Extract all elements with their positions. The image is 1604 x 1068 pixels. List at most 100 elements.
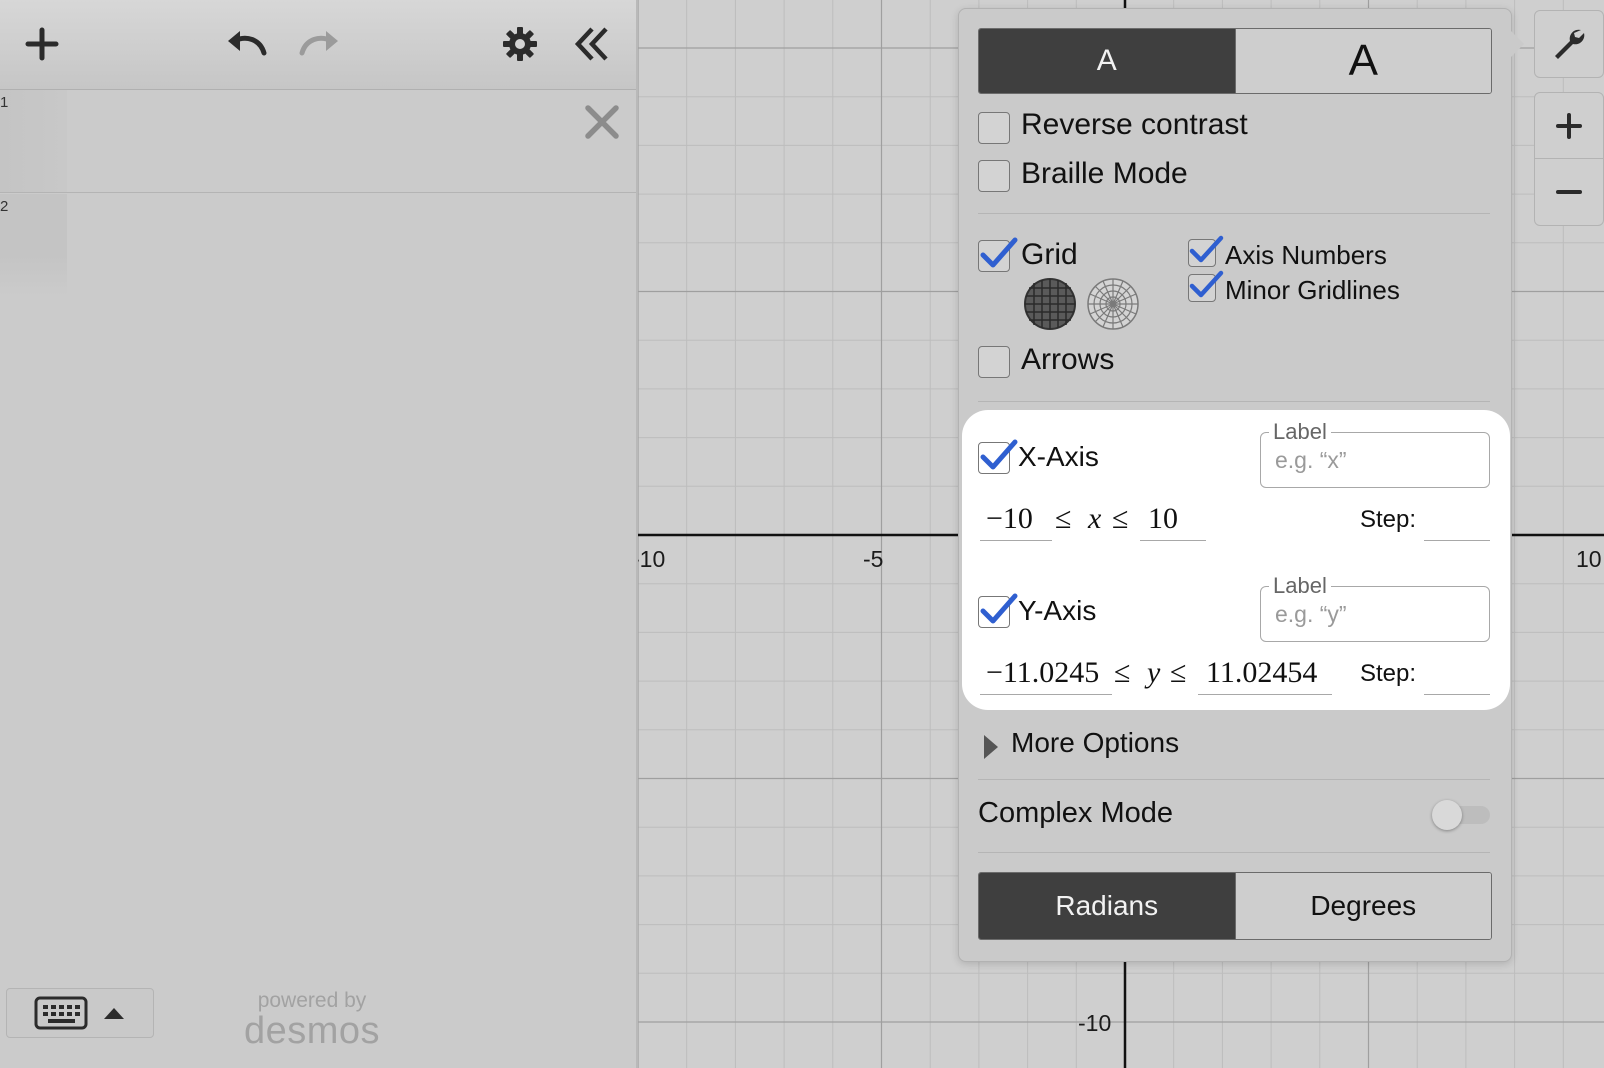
y-axis-max-value[interactable]: 11.02454 (1206, 656, 1317, 690)
divider (978, 401, 1490, 402)
y-axis-label-field: Label (1260, 573, 1490, 642)
more-options-toggle[interactable]: More Options (982, 727, 1222, 767)
checkmark-icon (1189, 270, 1224, 298)
close-icon (585, 105, 619, 139)
x-axis-label: X-Axis (1018, 441, 1099, 472)
x-axis-max-value[interactable]: 10 (1148, 502, 1178, 536)
expression-row[interactable]: 1 (0, 90, 636, 193)
leq-symbol: ≤ (1114, 656, 1131, 689)
caret-right-icon (984, 735, 998, 759)
redo-icon (299, 31, 338, 56)
x-axis-label-field: Label (1260, 419, 1490, 488)
divider (978, 213, 1490, 214)
zoom-out-icon (1556, 190, 1582, 194)
y-axis-label-input[interactable] (1273, 600, 1477, 629)
divider (978, 852, 1490, 853)
collapse-icon (574, 27, 608, 61)
gear-icon (503, 27, 537, 61)
caret-up-icon (104, 1008, 124, 1019)
x-axis-step-label: Step: (1360, 506, 1417, 533)
font-size-toggle: A A (978, 28, 1492, 94)
complex-mode-label: Complex Mode (978, 797, 1174, 829)
x-tick-label: -5 (863, 546, 884, 572)
more-options-label: More Options (1011, 727, 1180, 758)
expression-row[interactable]: 2 (0, 194, 636, 296)
leq-symbol: ≤ (1170, 656, 1187, 689)
grid-label: Grid (1021, 238, 1078, 271)
minor-gridlines-checkbox[interactable] (1188, 270, 1224, 302)
axis-numbers-label: Axis Numbers (1225, 240, 1387, 270)
x-axis-label-input[interactable] (1273, 446, 1477, 475)
degrees-button[interactable]: Degrees (1234, 873, 1491, 939)
y-axis-max-underline (1198, 694, 1332, 695)
x-axis-min-value[interactable]: −10 (986, 502, 1033, 536)
y-axis-min-value[interactable]: −11.0245 (986, 656, 1099, 690)
x-axis-step-field[interactable] (1424, 540, 1490, 541)
settings-button[interactable] (496, 20, 544, 68)
reverse-contrast-label: Reverse contrast (1021, 108, 1248, 141)
y-axis-checkbox[interactable] (978, 593, 1018, 628)
angle-mode-toggle: Radians Degrees (978, 872, 1492, 940)
undo-button[interactable] (222, 20, 270, 68)
x-tick-label: 10 (1576, 546, 1602, 572)
zoom-in-icon (1556, 112, 1582, 139)
wrench-icon (1555, 29, 1585, 59)
popover-arrow (1508, 28, 1524, 60)
minor-gridlines-label: Minor Gridlines (1225, 275, 1400, 305)
checkmark-icon (980, 439, 1018, 470)
y-axis-min-underline (980, 694, 1112, 695)
x-axis-max-underline (1140, 540, 1206, 541)
keypad-toggle-button[interactable] (6, 988, 154, 1038)
y-axis-step-label: Step: (1360, 660, 1417, 687)
collapse-panel-button[interactable] (568, 20, 616, 68)
add-expression-button[interactable] (18, 20, 66, 68)
x-axis-checkbox[interactable] (978, 439, 1018, 474)
delete-expression-button[interactable] (582, 102, 622, 142)
y-axis-label-legend: Label (1269, 573, 1331, 599)
powered-by-text: powered by (257, 989, 367, 1012)
expression-index: 2 (0, 198, 9, 215)
undo-icon (228, 31, 267, 56)
expression-index: 1 (0, 94, 9, 111)
expression-toolbar (0, 0, 636, 90)
y-axis-step-field[interactable] (1424, 694, 1490, 695)
axis-numbers-checkbox[interactable] (1188, 235, 1224, 267)
x-variable: x (1088, 502, 1102, 535)
checkmark-icon (980, 237, 1018, 268)
expression-panel: 1 2 powered by desmos (0, 0, 638, 1068)
checkmark-icon (980, 593, 1018, 624)
redo-button[interactable] (296, 20, 344, 68)
y-axis-label: Y-Axis (1018, 595, 1097, 626)
y-variable: y (1147, 656, 1161, 689)
x-axis-min-underline (980, 540, 1052, 541)
zoom-out-button[interactable] (1534, 158, 1604, 226)
y-tick-label: -10 (1078, 1010, 1112, 1036)
toggle-knob (1432, 800, 1462, 830)
cartesian-grid-icon[interactable] (1023, 277, 1077, 331)
font-size-small-button[interactable]: A (979, 29, 1235, 93)
divider (978, 779, 1490, 780)
leq-symbol: ≤ (1112, 502, 1129, 535)
powered-by-desmos[interactable]: powered by desmos (232, 989, 392, 1052)
graph-settings-button[interactable] (1534, 10, 1604, 78)
arrows-label: Arrows (1021, 343, 1115, 376)
braille-mode-checkbox[interactable] (978, 160, 1010, 192)
reverse-contrast-checkbox[interactable] (978, 112, 1010, 144)
checkmark-icon (1189, 235, 1224, 263)
grid-checkbox[interactable] (978, 237, 1018, 272)
keyboard-icon (34, 996, 88, 1030)
braille-mode-label: Braille Mode (1021, 157, 1188, 190)
expression-gutter: 2 (0, 194, 67, 296)
polar-grid-icon[interactable] (1086, 277, 1140, 331)
font-size-large-button[interactable]: A (1234, 29, 1491, 93)
desmos-logo: desmos (243, 1010, 381, 1052)
zoom-in-button[interactable] (1534, 92, 1604, 159)
x-tick-label: -10 (638, 546, 666, 572)
radians-button[interactable]: Radians (979, 873, 1235, 939)
arrows-checkbox[interactable] (978, 346, 1010, 378)
graphing-calculator-app: -10 -5 10 -10 (0, 0, 1604, 1068)
leq-symbol: ≤ (1055, 502, 1072, 535)
x-axis-label-legend: Label (1269, 419, 1331, 445)
complex-mode-toggle[interactable] (1432, 800, 1492, 830)
expression-gutter: 1 (0, 90, 67, 192)
